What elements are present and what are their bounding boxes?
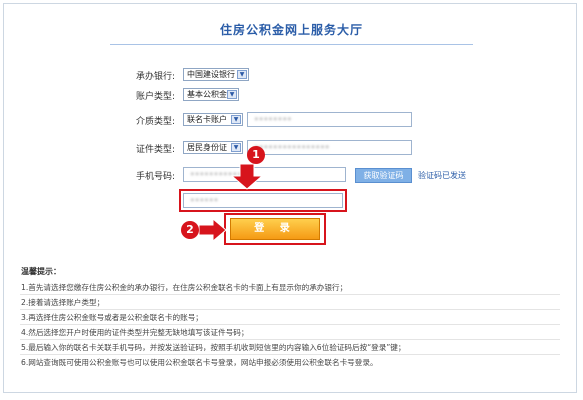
tip-divider	[20, 354, 560, 355]
phone-input[interactable]: ••••••••••••	[183, 167, 346, 182]
title-divider	[110, 44, 473, 45]
tip-divider	[20, 339, 560, 340]
tip-item: 4.然后选择您开户时使用的证件类型并完整无缺地填写该证件号码；	[21, 328, 249, 337]
tip-item: 5.最后输入你的联名卡关联手机号码，并按发送验证码，按照手机收到短信里的内容输入…	[21, 343, 406, 352]
verification-code-input[interactable]: ••••••	[183, 193, 343, 208]
tips-title: 温馨提示：	[21, 267, 61, 276]
phone-label: 手机号码:	[135, 172, 175, 182]
verification-code-value: ••••••	[190, 196, 219, 205]
tip-divider	[20, 294, 560, 295]
tip-divider	[20, 309, 560, 310]
id-number-value: ••••••••••••••••	[254, 143, 330, 152]
id-type-label: 证件类型:	[135, 145, 175, 155]
id-type-select[interactable]: 居民身份证 ▼	[183, 141, 243, 154]
account-number-value: ••••••••	[254, 115, 292, 124]
step-1-badge: 1	[247, 146, 265, 164]
arrow-right-icon	[199, 219, 227, 241]
arrow-down-icon	[230, 164, 264, 190]
chevron-down-icon: ▼	[237, 70, 247, 79]
id-type-select-value: 居民身份证	[187, 143, 227, 152]
code-status-text: 验证码已发送	[418, 171, 466, 180]
tip-divider	[20, 324, 560, 325]
chevron-down-icon: ▼	[227, 90, 237, 99]
medium-type-select[interactable]: 联名卡账户 ▼	[183, 113, 243, 126]
get-code-button[interactable]: 获取验证码	[355, 168, 412, 183]
chevron-down-icon: ▼	[231, 143, 241, 152]
medium-type-label: 介质类型:	[135, 117, 175, 127]
id-number-input[interactable]: ••••••••••••••••	[247, 140, 412, 155]
bank-label: 承办银行:	[135, 72, 175, 82]
tip-item: 2.接着请选择账户类型；	[21, 298, 105, 307]
tip-item: 6.网站查询既可使用公积金账号也可以使用公积金联名卡号登录，网站申报必须使用公积…	[21, 358, 378, 367]
page-title: 住房公积金网上服务大厅	[219, 23, 363, 37]
account-number-input[interactable]: ••••••••	[247, 112, 412, 127]
login-button[interactable]: 登 录	[230, 218, 320, 240]
step-2-badge: 2	[181, 221, 199, 239]
tip-item: 1.首先请选择您缴存住房公积金的承办银行，在住房公积金联名卡的卡面上有显示你的承…	[21, 283, 348, 292]
medium-type-select-value: 联名卡账户	[187, 115, 227, 124]
bank-select-value: 中国建设银行	[187, 70, 235, 79]
chevron-down-icon: ▼	[231, 115, 241, 124]
account-type-select-value: 基本公积金	[187, 90, 227, 99]
account-type-select[interactable]: 基本公积金 ▼	[183, 88, 239, 101]
bank-select[interactable]: 中国建设银行 ▼	[183, 68, 249, 81]
account-type-label: 账户类型:	[135, 92, 175, 102]
tip-item: 3.再选择住房公积金账号或者是公积金联名卡的账号；	[21, 313, 203, 322]
